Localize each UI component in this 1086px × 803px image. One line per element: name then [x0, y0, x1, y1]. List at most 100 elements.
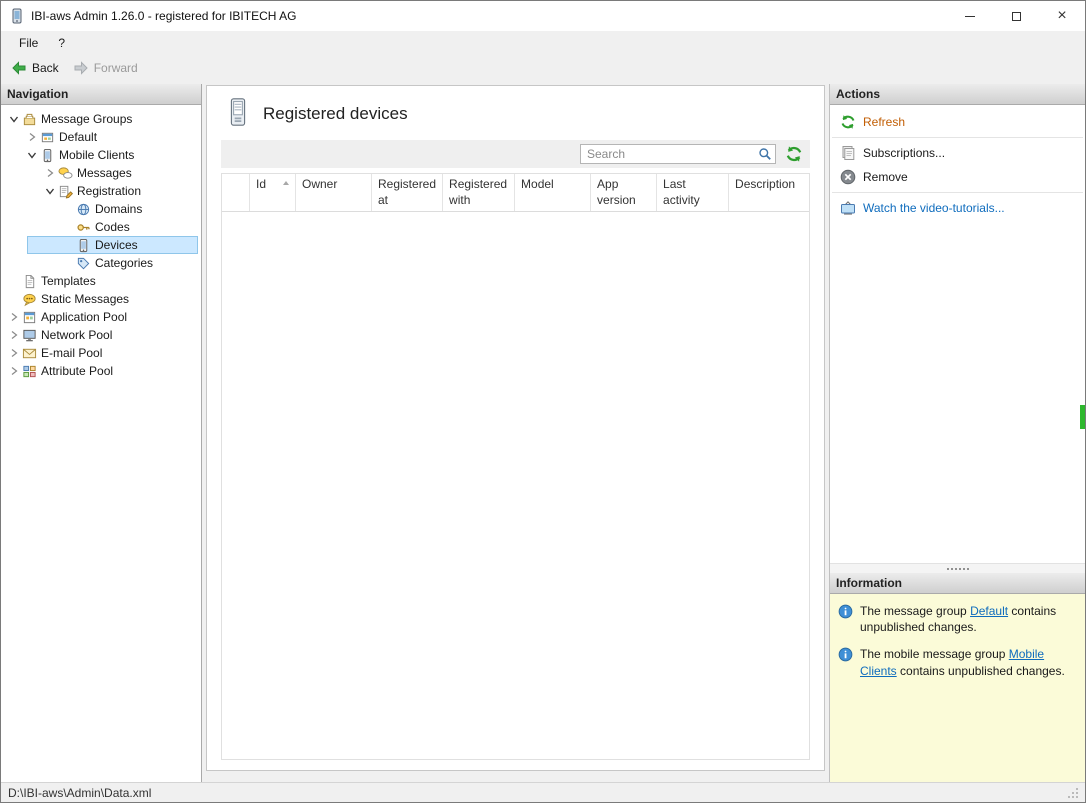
- menubar: File ?: [1, 31, 1085, 55]
- tree-item-application-pool[interactable]: Application Pool: [1, 308, 201, 326]
- templates-icon: [21, 274, 37, 289]
- actions-separator: [832, 137, 1083, 138]
- chevron-right-icon[interactable]: [7, 364, 21, 378]
- devices-icon: [75, 238, 91, 253]
- navigation-header: Navigation: [1, 84, 201, 105]
- column-header-model[interactable]: Model: [515, 174, 592, 212]
- chevron-right-icon[interactable]: [43, 166, 57, 180]
- right-panel: Actions Refresh Subscriptions... Remove …: [829, 84, 1085, 782]
- page-title: Registered devices: [263, 103, 408, 123]
- column-header-registered-with[interactable]: Registered with: [443, 174, 516, 212]
- tree-item-label: Attribute Pool: [41, 364, 114, 378]
- action-refresh[interactable]: Refresh: [830, 110, 1085, 134]
- search-box[interactable]: [580, 144, 776, 164]
- actions-panel-filler: [830, 220, 1085, 563]
- tree-item-label: Network Pool: [41, 328, 113, 342]
- information-header: Information: [830, 573, 1085, 594]
- application-pool-icon: [21, 310, 37, 325]
- forward-button[interactable]: Forward: [69, 58, 146, 78]
- tree-item-categories[interactable]: Categories: [1, 254, 201, 272]
- tree-item-registration[interactable]: Registration: [1, 182, 201, 200]
- close-icon: ×: [1057, 7, 1067, 24]
- search-input[interactable]: [580, 144, 776, 164]
- resize-grip[interactable]: [1067, 787, 1079, 799]
- tree-item-email-pool[interactable]: E-mail Pool: [1, 344, 201, 362]
- information-panel: The message group Default contains unpub…: [830, 594, 1085, 782]
- tree-item-network-pool[interactable]: Network Pool: [1, 326, 201, 344]
- column-header-owner[interactable]: Owner: [296, 174, 372, 212]
- column-header-last-activity[interactable]: Last activity: [657, 174, 730, 212]
- tree-item-message-groups[interactable]: Message Groups: [1, 110, 201, 128]
- column-header-id[interactable]: Id: [250, 174, 296, 212]
- chevron-right-icon[interactable]: [7, 310, 21, 324]
- action-remove[interactable]: Remove: [830, 165, 1085, 189]
- tree-item-devices[interactable]: Devices: [1, 236, 201, 254]
- tree-item-default[interactable]: Default: [1, 128, 201, 146]
- green-edge-artifact: [1080, 405, 1085, 429]
- forward-label: Forward: [93, 61, 138, 75]
- tree-item-label: Domains: [95, 202, 143, 216]
- chevron-right-icon[interactable]: [7, 328, 21, 342]
- registered-devices-icon: [227, 97, 249, 130]
- tree-item-label: Categories: [95, 256, 154, 270]
- table-header: Id Owner Registered at Registered with M…: [222, 174, 809, 213]
- minimize-icon: [965, 15, 975, 17]
- network-pool-icon: [21, 328, 37, 343]
- info-message-text: The mobile message group Mobile Clients …: [860, 647, 1065, 678]
- tree-item-messages[interactable]: Messages: [1, 164, 201, 182]
- minimize-button[interactable]: [947, 1, 993, 31]
- action-video-tutorials[interactable]: Watch the video-tutorials...: [830, 196, 1085, 220]
- actions-separator: [832, 192, 1083, 193]
- info-message-text: The message group Default contains unpub…: [860, 604, 1057, 635]
- column-header-app-version[interactable]: App version: [591, 174, 658, 212]
- window-title: IBI-aws Admin 1.26.0 - registered for IB…: [31, 9, 297, 23]
- tree-item-mobile-clients[interactable]: Mobile Clients: [1, 146, 201, 164]
- tree-item-templates[interactable]: Templates: [1, 272, 201, 290]
- default-group-link[interactable]: Default: [970, 604, 1008, 618]
- back-button[interactable]: Back: [7, 58, 67, 78]
- sort-asc-icon: [283, 181, 289, 185]
- message-groups-icon: [21, 112, 37, 127]
- codes-icon: [75, 220, 91, 235]
- tree-item-codes[interactable]: Codes: [1, 218, 201, 236]
- maximize-button[interactable]: [993, 1, 1039, 31]
- titlebar: IBI-aws Admin 1.26.0 - registered for IB…: [1, 1, 1085, 31]
- info-icon: [838, 647, 853, 662]
- close-button[interactable]: ×: [1039, 1, 1085, 31]
- tree-item-label: Devices: [95, 238, 138, 252]
- tree-item-label: Message Groups: [41, 112, 133, 126]
- refresh-button[interactable]: [785, 145, 803, 163]
- tree-item-label: Templates: [41, 274, 96, 288]
- column-header-registered-at[interactable]: Registered at: [372, 174, 444, 212]
- tree-item-static-messages[interactable]: Static Messages: [1, 290, 201, 308]
- search-icon[interactable]: [757, 146, 773, 162]
- action-subscriptions[interactable]: Subscriptions...: [830, 141, 1085, 165]
- tree-item-label: E-mail Pool: [41, 346, 103, 360]
- tree-item-label: Default: [59, 130, 98, 144]
- tree-item-attribute-pool[interactable]: Attribute Pool: [1, 362, 201, 380]
- navigation-panel: Navigation Message Groups Default Mobile…: [1, 84, 202, 782]
- refresh-icon: [840, 114, 856, 130]
- row-selector-header[interactable]: [222, 174, 250, 212]
- forward-arrow-icon: [73, 60, 89, 76]
- chevron-right-icon[interactable]: [7, 346, 21, 360]
- chevron-down-icon[interactable]: [43, 184, 57, 198]
- back-label: Back: [32, 61, 59, 75]
- panel-splitter[interactable]: [830, 563, 1085, 573]
- chevron-down-icon[interactable]: [7, 112, 21, 126]
- tree-item-domains[interactable]: Domains: [1, 200, 201, 218]
- menu-help[interactable]: ?: [48, 33, 75, 53]
- chevron-right-icon[interactable]: [25, 130, 39, 144]
- menu-file[interactable]: File: [9, 33, 48, 53]
- tree-item-label: Codes: [95, 220, 130, 234]
- chevron-down-icon[interactable]: [25, 148, 39, 162]
- registration-icon: [57, 184, 73, 199]
- splitter-grip-icon: [946, 567, 969, 570]
- tv-icon: [840, 200, 856, 216]
- column-header-description[interactable]: Description: [729, 174, 809, 211]
